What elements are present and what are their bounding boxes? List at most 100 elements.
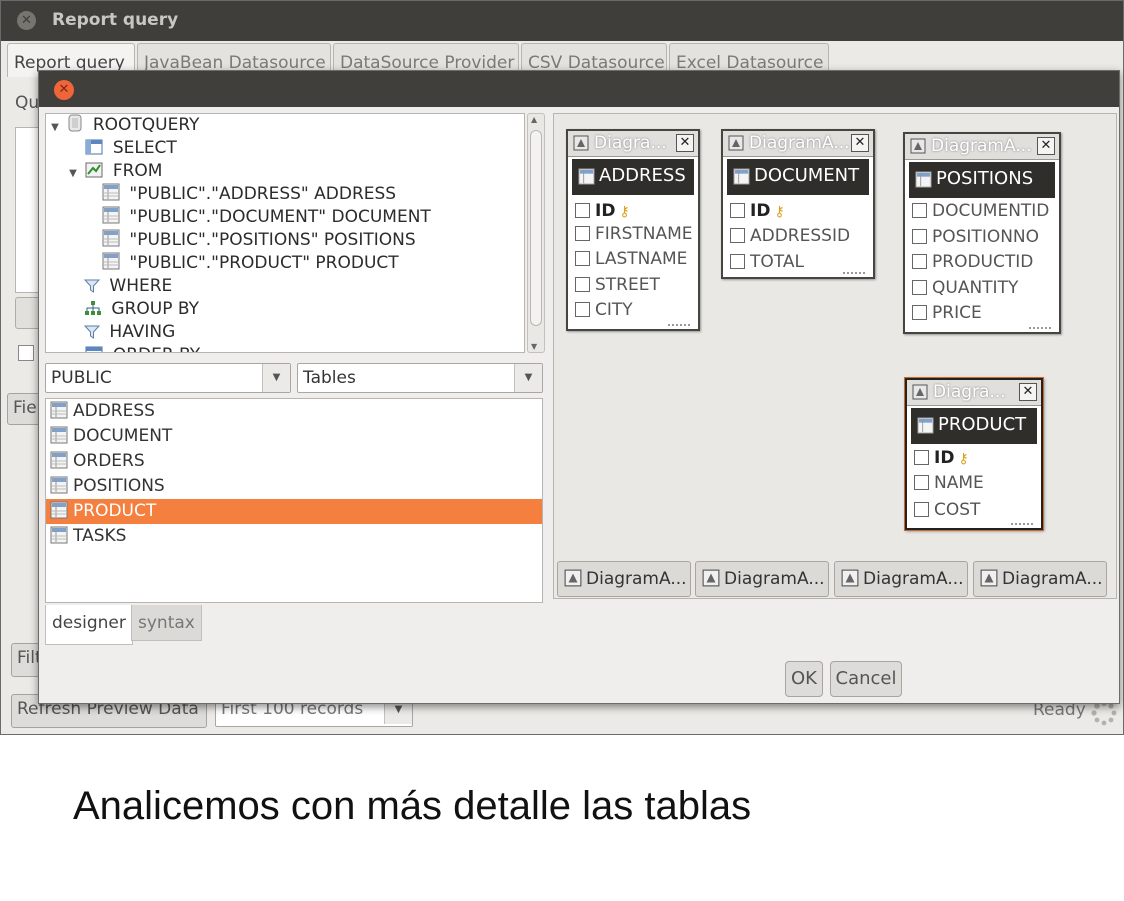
diagram-table-name-label: ADDRESS <box>599 165 686 186</box>
list-item[interactable]: POSITIONS <box>46 474 542 499</box>
table-icon <box>50 501 68 519</box>
query-checkbox[interactable] <box>18 345 34 361</box>
query-tree: ▼ ROOTQUERY SELECT ▼ FROM "PUBLIC"."ADDR… <box>45 113 525 353</box>
field-checkbox[interactable] <box>912 280 927 295</box>
field-checkbox[interactable] <box>914 502 929 517</box>
field-row[interactable]: DOCUMENTID <box>912 201 1049 221</box>
expand-arrow-icon[interactable]: ▼ <box>66 162 80 185</box>
ok-button[interactable]: OK <box>785 661 823 697</box>
field-row[interactable]: QUANTITY <box>912 278 1018 298</box>
list-item-label: ORDERS <box>73 451 145 471</box>
field-row[interactable]: STREET <box>575 275 660 295</box>
field-row[interactable]: NAME <box>914 473 984 493</box>
field-row[interactable]: LASTNAME <box>575 249 687 269</box>
close-icon[interactable]: ✕ <box>17 11 36 30</box>
database-icon <box>68 114 82 132</box>
field-checkbox[interactable] <box>914 475 929 490</box>
field-checkbox[interactable] <box>575 277 590 292</box>
tree-node-order-by[interactable]: ORDER BY <box>66 344 200 352</box>
scroll-down-icon[interactable]: ▼ <box>531 342 537 351</box>
field-checkbox[interactable] <box>912 254 927 269</box>
scrollbar-thumb[interactable] <box>530 130 542 326</box>
field-checkbox[interactable] <box>575 302 590 317</box>
field-label: ADDRESSID <box>750 226 851 246</box>
tree-scrollbar[interactable]: ▲ ▼ <box>527 113 545 353</box>
field-row[interactable]: ID ⚷ <box>914 448 969 468</box>
diagram-icon <box>980 569 998 587</box>
field-checkbox[interactable] <box>912 203 927 218</box>
diagram-table-positions[interactable]: DiagramA... ✕ POSITIONS DOCUMENTID POSIT… <box>903 132 1061 334</box>
tree-label: WHERE <box>109 276 173 296</box>
diagram-button[interactable]: DiagramA... <box>695 561 829 597</box>
tree-node-rootquery[interactable]: ▼ ROOTQUERY <box>48 114 199 137</box>
diagram-canvas[interactable]: Diagra... ✕ ADDRESS ID ⚷ FIRSTNAME LASTNA… <box>553 113 1117 599</box>
field-row[interactable]: PRODUCTID <box>912 252 1033 272</box>
tree-node-product[interactable]: "PUBLIC"."PRODUCT" PRODUCT <box>102 252 399 275</box>
close-icon[interactable]: ✕ <box>676 134 694 152</box>
field-row[interactable]: CITY <box>575 300 633 320</box>
list-item-selected[interactable]: PRODUCT <box>46 499 542 524</box>
diagram-table-product[interactable]: Diagra... ✕ PRODUCT ID ⚷ NAME COST <box>905 378 1043 530</box>
list-item[interactable]: DOCUMENT <box>46 424 542 449</box>
scroll-up-icon[interactable]: ▲ <box>531 115 537 124</box>
resize-grip[interactable] <box>1011 523 1033 527</box>
tree-node-from[interactable]: ▼ FROM <box>66 160 162 183</box>
tree-node-document[interactable]: "PUBLIC"."DOCUMENT" DOCUMENT <box>102 206 431 229</box>
field-row[interactable]: COST <box>914 500 980 520</box>
field-checkbox[interactable] <box>912 305 927 320</box>
diagram-table-header[interactable]: DiagramA... ✕ <box>905 134 1059 160</box>
field-checkbox[interactable] <box>912 229 927 244</box>
diagram-table-header[interactable]: DiagramA... ✕ <box>723 131 873 157</box>
field-checkbox[interactable] <box>730 254 745 269</box>
tree-label: ORDER BY <box>113 345 200 352</box>
cancel-button[interactable]: Cancel <box>830 661 902 697</box>
close-icon[interactable]: ✕ <box>1037 137 1055 155</box>
tree-node-having[interactable]: HAVING <box>84 321 175 344</box>
diagram-table-address[interactable]: Diagra... ✕ ADDRESS ID ⚷ FIRSTNAME LASTNA… <box>566 129 700 331</box>
field-row[interactable]: ADDRESSID <box>730 226 850 246</box>
diagram-button[interactable]: DiagramA... <box>973 561 1107 597</box>
resize-grip[interactable] <box>843 272 865 276</box>
tree-node-address[interactable]: "PUBLIC"."ADDRESS" ADDRESS <box>102 183 396 206</box>
list-item[interactable]: ORDERS <box>46 449 542 474</box>
field-checkbox[interactable] <box>575 203 590 218</box>
field-checkbox[interactable] <box>914 450 929 465</box>
resize-grip[interactable] <box>1029 327 1051 331</box>
slide-caption: Analicemos con más detalle las tablas <box>73 784 752 828</box>
tree-node-where[interactable]: WHERE <box>84 275 172 298</box>
list-item-label: ADDRESS <box>73 401 155 421</box>
resize-grip[interactable] <box>668 324 690 328</box>
order-icon <box>85 346 103 352</box>
field-row[interactable]: FIRSTNAME <box>575 224 693 244</box>
expand-arrow-icon[interactable]: ▼ <box>48 116 62 139</box>
diagram-button[interactable]: DiagramA... <box>834 561 968 597</box>
field-row[interactable]: ID ⚷ <box>730 201 785 221</box>
diagram-table-document[interactable]: DiagramA... ✕ DOCUMENT ID ⚷ ADDRESSID TOT… <box>721 129 875 279</box>
field-checkbox[interactable] <box>730 228 745 243</box>
filter-icon <box>84 325 100 339</box>
field-row[interactable]: ID ⚷ <box>575 201 630 221</box>
table-list: ADDRESS DOCUMENT ORDERS POSITIONS PRODUC… <box>45 398 543 603</box>
tree-node-select[interactable]: SELECT <box>66 137 177 160</box>
list-item[interactable]: TASKS <box>46 524 542 549</box>
field-checkbox[interactable] <box>730 203 745 218</box>
diagram-button[interactable]: DiagramA... <box>557 561 691 597</box>
schema-combo[interactable]: PUBLIC ▼ <box>45 363 291 393</box>
tree-node-group-by[interactable]: GROUP BY <box>84 298 199 321</box>
close-icon[interactable]: ✕ <box>54 80 74 100</box>
diagram-table-header[interactable]: Diagra... ✕ <box>568 131 698 157</box>
close-icon[interactable]: ✕ <box>851 134 869 152</box>
list-item[interactable]: ADDRESS <box>46 399 542 424</box>
diagram-table-header[interactable]: Diagra... ✕ <box>907 380 1041 406</box>
table-icon <box>50 476 68 494</box>
tab-syntax[interactable]: syntax <box>131 605 202 641</box>
tab-designer[interactable]: designer <box>45 605 133 645</box>
field-row[interactable]: TOTAL <box>730 252 804 272</box>
object-type-combo[interactable]: Tables ▼ <box>297 363 543 393</box>
field-row[interactable]: POSITIONNO <box>912 227 1039 247</box>
field-checkbox[interactable] <box>575 251 590 266</box>
field-row[interactable]: PRICE <box>912 303 982 323</box>
close-icon[interactable]: ✕ <box>1019 383 1037 401</box>
field-checkbox[interactable] <box>575 226 590 241</box>
tree-node-positions[interactable]: "PUBLIC"."POSITIONS" POSITIONS <box>102 229 416 252</box>
